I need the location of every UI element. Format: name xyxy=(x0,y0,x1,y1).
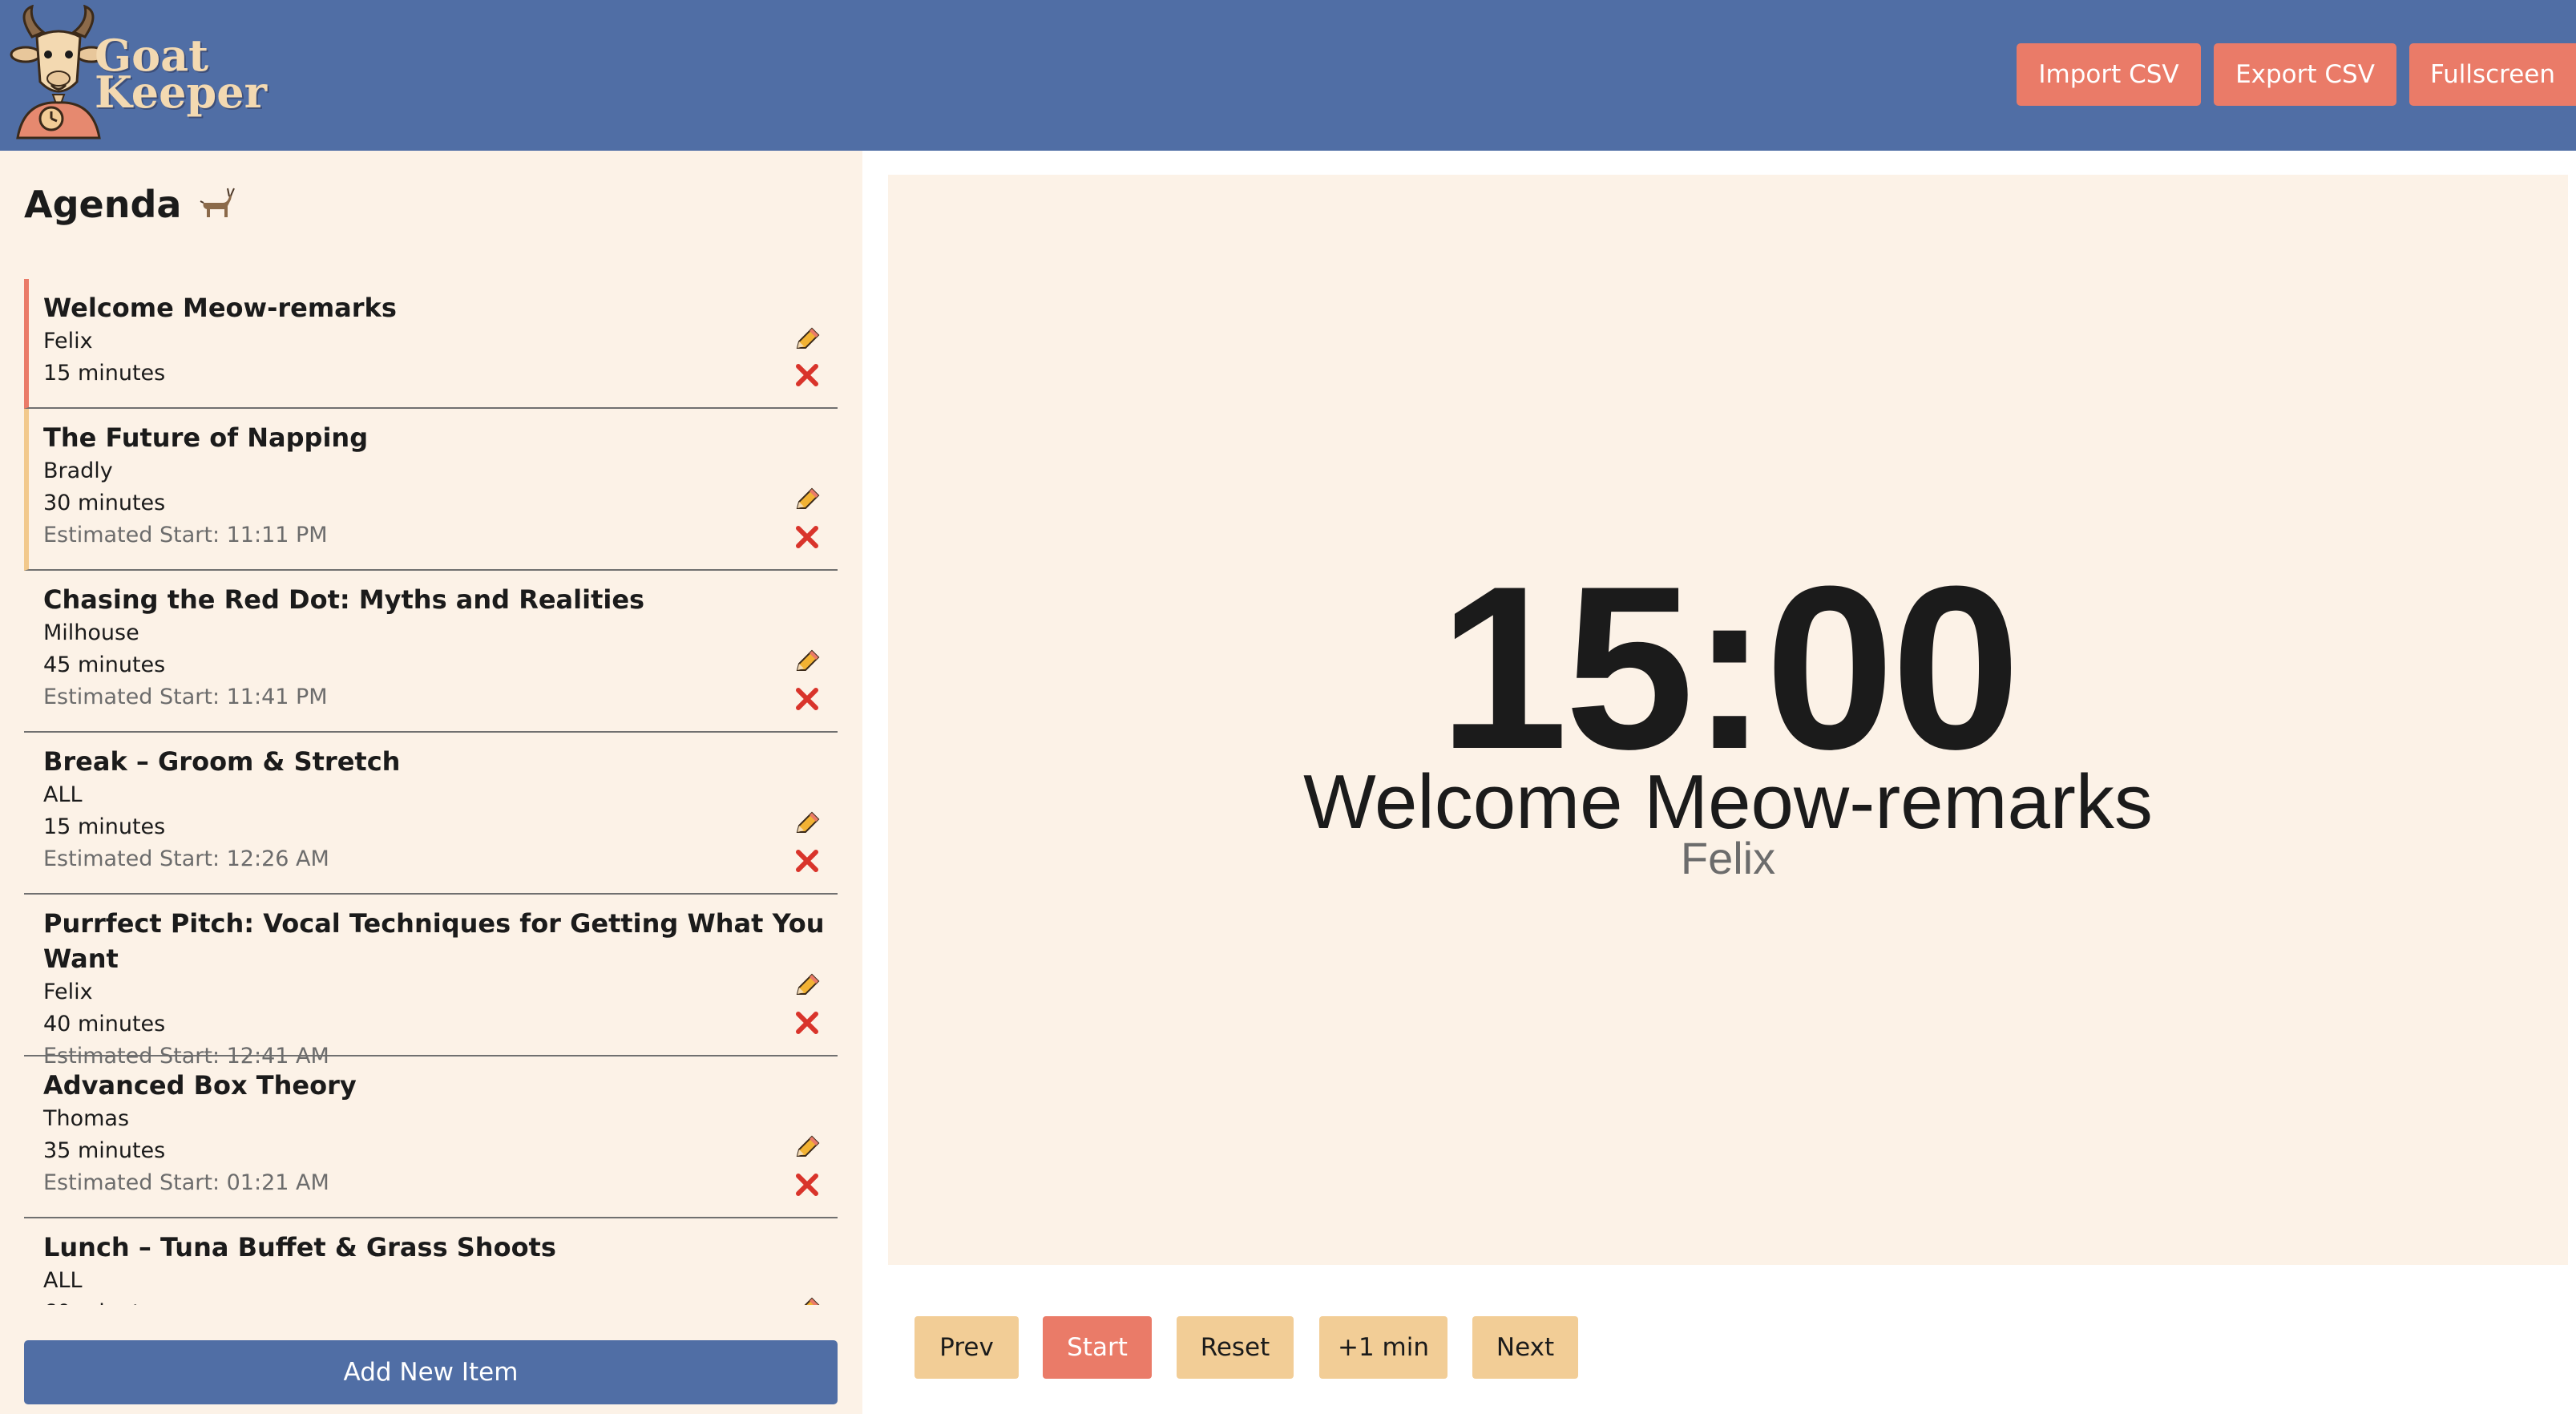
logo-line-2: Keeper xyxy=(95,67,268,118)
current-item-speaker: Felix xyxy=(1680,833,1776,883)
import-csv-button[interactable]: Import CSV xyxy=(2017,43,2201,106)
export-csv-button[interactable]: Export CSV xyxy=(2214,43,2396,106)
agenda-item-speaker: Felix xyxy=(43,329,93,354)
agenda-item[interactable]: Chasing the Red Dot: Myths and Realities… xyxy=(24,571,838,733)
agenda-item-duration: 15 minutes xyxy=(43,361,166,386)
agenda-item-duration: 60 minutes xyxy=(43,1297,838,1305)
agenda-item-duration: 15 minutes xyxy=(43,814,166,839)
agenda-item-title: The Future of Napping xyxy=(43,422,369,453)
timer-display-panel: 15:00 Welcome Meow-remarks Felix xyxy=(888,175,2568,1265)
delete-x-icon[interactable] xyxy=(794,1172,820,1198)
agenda-item-speaker: ALL xyxy=(43,1268,83,1293)
agenda-item-title: Purrfect Pitch: Vocal Techniques for Get… xyxy=(43,908,825,974)
agenda-item-speaker: Felix xyxy=(43,980,93,1004)
agenda-item-next[interactable]: The Future of Napping Bradly 30 minutes … xyxy=(24,409,838,571)
pencil-icon[interactable] xyxy=(793,810,822,838)
goat-icon xyxy=(200,188,236,217)
pencil-icon[interactable] xyxy=(793,486,822,515)
start-button[interactable]: Start xyxy=(1043,1316,1152,1379)
agenda-title: Agenda xyxy=(24,183,236,226)
pencil-icon[interactable] xyxy=(793,648,822,677)
app-header: Goat Keeper Import CSV Export CSV Fullsc… xyxy=(0,0,2576,151)
agenda-item-estimated-start: Estimated Start: 11:11 PM xyxy=(43,523,328,547)
agenda-item-duration: 40 minutes xyxy=(43,1012,166,1036)
pencil-icon[interactable] xyxy=(793,325,822,354)
pencil-icon[interactable] xyxy=(793,1133,822,1162)
agenda-item-estimated-start: Estimated Start: 12:26 AM xyxy=(43,846,329,871)
agenda-item-speaker: Bradly xyxy=(43,459,113,483)
agenda-item-speaker: Milhouse xyxy=(43,620,139,645)
agenda-item-duration: 30 minutes xyxy=(43,491,166,515)
add-new-item-button[interactable]: Add New Item xyxy=(24,1340,838,1404)
agenda-item-title: Chasing the Red Dot: Myths and Realities xyxy=(43,584,645,615)
agenda-item-speaker: ALL xyxy=(43,782,83,807)
agenda-item[interactable]: Purrfect Pitch: Vocal Techniques for Get… xyxy=(24,895,838,1069)
agenda-item-current[interactable]: Welcome Meow-remarks Felix 15 minutes xyxy=(24,279,838,409)
agenda-item-title: Lunch – Tuna Buffet & Grass Shoots xyxy=(43,1232,556,1262)
delete-x-icon[interactable] xyxy=(794,686,820,712)
delete-x-icon[interactable] xyxy=(794,362,820,388)
agenda-title-text: Agenda xyxy=(24,183,182,226)
agenda-item[interactable]: Lunch – Tuna Buffet & Grass Shoots ALL 6… xyxy=(24,1218,838,1305)
add-one-minute-button[interactable]: +1 min xyxy=(1319,1316,1447,1379)
reset-button[interactable]: Reset xyxy=(1177,1316,1294,1379)
agenda-item-title: Break – Groom & Stretch xyxy=(43,746,401,777)
agenda-item-speaker: Thomas xyxy=(43,1106,130,1131)
agenda-item[interactable]: Break – Groom & Stretch ALL 15 minutes E… xyxy=(24,733,838,895)
agenda-item-estimated-start: Estimated Start: 01:21 AM xyxy=(43,1170,329,1195)
goat-keeper-logo: Goat Keeper xyxy=(8,5,267,141)
agenda-item-title: Welcome Meow-remarks xyxy=(43,293,397,323)
countdown-timer: 15:00 xyxy=(1439,538,2021,798)
agenda-list: Welcome Meow-remarks Felix 15 minutes Th… xyxy=(24,279,838,1305)
agenda-item[interactable]: Advanced Box Theory Thomas 35 minutes Es… xyxy=(24,1056,838,1218)
agenda-item-duration: 35 minutes xyxy=(43,1138,166,1163)
agenda-item-title: Advanced Box Theory xyxy=(43,1070,357,1101)
pencil-icon[interactable] xyxy=(793,972,822,1000)
prev-button[interactable]: Prev xyxy=(915,1316,1019,1379)
delete-x-icon[interactable] xyxy=(794,848,820,874)
agenda-sidebar: Agenda Welcome Meow-remarks Felix 15 min… xyxy=(0,151,862,1414)
delete-x-icon[interactable] xyxy=(794,1010,820,1036)
pencil-icon[interactable] xyxy=(793,1295,822,1305)
delete-x-icon[interactable] xyxy=(794,524,820,550)
agenda-item-duration: 45 minutes xyxy=(43,652,166,677)
agenda-item-estimated-start: Estimated Start: 11:41 PM xyxy=(43,685,328,709)
next-button[interactable]: Next xyxy=(1472,1316,1578,1379)
logo-wordmark: Goat Keeper xyxy=(95,34,268,118)
fullscreen-button[interactable]: Fullscreen xyxy=(2409,43,2576,106)
